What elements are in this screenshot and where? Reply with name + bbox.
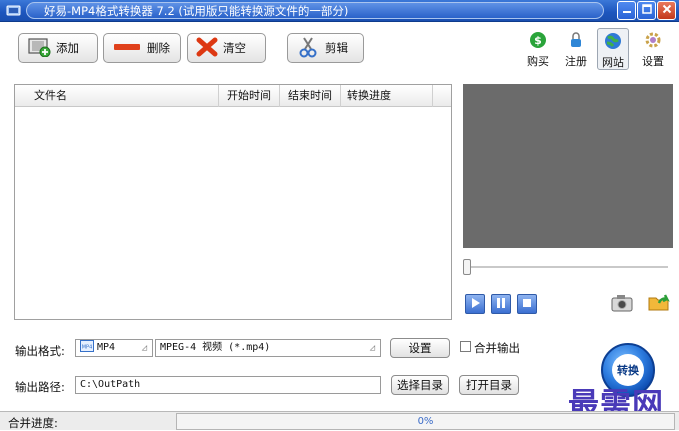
svg-text:$: $ [534, 34, 542, 47]
format-settings-label: 设置 [408, 341, 432, 355]
settings-label: 设置 [642, 55, 664, 68]
website-button[interactable]: 网站 [597, 28, 629, 70]
clear-label: 清空 [223, 41, 246, 55]
convert-label: 转换 [617, 364, 639, 377]
format-select[interactable]: MP4 MP4 ◿ [75, 339, 153, 357]
minus-icon [112, 37, 147, 60]
stop-icon [521, 297, 533, 312]
add-label: 添加 [56, 41, 79, 55]
lock-icon [566, 30, 586, 50]
output-path-input[interactable]: C:\OutPath [75, 376, 381, 394]
clear-button[interactable]: 清空 [187, 33, 266, 63]
open-folder-icon[interactable] [647, 290, 671, 317]
status-bar: 合并进度: 0% [0, 411, 679, 430]
stop-button[interactable] [517, 294, 537, 314]
output-format-label: 输出格式: [15, 344, 65, 358]
scissors-icon [296, 36, 325, 61]
dropdown-arrow-icon: ◿ [141, 343, 147, 353]
add-button[interactable]: 添加 [18, 33, 98, 63]
cut-button[interactable]: 剪辑 [287, 33, 364, 63]
file-list-header: 文件名 开始时间 结束时间 转换进度 [15, 85, 451, 107]
add-file-icon [27, 37, 56, 60]
cut-label: 剪辑 [325, 41, 348, 55]
file-list[interactable]: 文件名 开始时间 结束时间 转换进度 [14, 84, 452, 320]
open-directory-label: 打开目录 [466, 378, 512, 392]
register-label: 注册 [565, 55, 587, 68]
delete-button[interactable]: 删除 [103, 33, 181, 63]
pause-button[interactable] [491, 294, 511, 314]
dollar-icon: $ [528, 30, 548, 50]
buy-label: 购买 [527, 55, 549, 68]
snapshot-camera-icon[interactable] [610, 292, 634, 317]
delete-label: 删除 [147, 41, 170, 55]
column-progress[interactable]: 转换进度 [341, 85, 433, 107]
format-settings-button[interactable]: 设置 [390, 338, 450, 358]
settings-button[interactable]: 设置 [637, 28, 669, 70]
mp4-format-icon: MP4 [80, 340, 94, 352]
gear-icon [643, 30, 663, 50]
choose-directory-button[interactable]: 选择目录 [391, 375, 449, 395]
seek-handle[interactable] [463, 259, 471, 275]
minimize-button[interactable] [617, 1, 636, 20]
merge-output-label[interactable]: 合并输出 [474, 340, 520, 356]
clear-x-icon [196, 37, 223, 60]
merge-output-checkbox[interactable] [460, 341, 471, 352]
column-filename[interactable]: 文件名 [15, 85, 219, 107]
close-button[interactable] [657, 1, 676, 20]
title-bar: 好易-MP4格式转换器 7.2 (试用版只能转换源文件的一部分) [0, 0, 679, 22]
merge-progress-label: 合并进度: [8, 416, 58, 430]
open-directory-button[interactable]: 打开目录 [459, 375, 519, 395]
seek-track[interactable] [468, 266, 668, 268]
globe-icon [603, 31, 623, 51]
close-icon [662, 4, 672, 17]
output-path-label: 输出路径: [15, 380, 65, 394]
buy-button[interactable]: $ 购买 [522, 28, 554, 70]
play-button[interactable] [465, 294, 485, 314]
website-label: 网站 [602, 56, 624, 69]
profile-select[interactable]: MPEG-4 视频 (*.mp4) ◿ [155, 339, 381, 357]
register-button[interactable]: 注册 [560, 28, 592, 70]
output-path-value: C:\OutPath [80, 379, 141, 390]
minimize-icon [622, 4, 632, 17]
dropdown-arrow-icon: ◿ [369, 343, 375, 353]
maximize-icon [641, 4, 652, 17]
play-icon [469, 297, 481, 312]
toolbar: 添加 删除 清空 剪辑 $ 购买 注册 网站 设置 [0, 22, 679, 78]
window-title: 好易-MP4格式转换器 7.2 (试用版只能转换源文件的一部分) [44, 4, 349, 18]
app-icon [6, 3, 21, 18]
progress-bar: 0% [176, 413, 675, 430]
column-start-time[interactable]: 开始时间 [219, 85, 280, 107]
choose-directory-label: 选择目录 [397, 378, 443, 392]
svg-text:MP4: MP4 [82, 345, 93, 351]
maximize-button[interactable] [637, 1, 656, 20]
progress-text: 0% [417, 416, 434, 427]
format-value: MP4 [97, 342, 116, 353]
pause-icon [495, 297, 507, 312]
column-end-time[interactable]: 结束时间 [280, 85, 341, 107]
profile-value: MPEG-4 视频 (*.mp4) [160, 342, 271, 353]
video-preview [463, 84, 673, 248]
